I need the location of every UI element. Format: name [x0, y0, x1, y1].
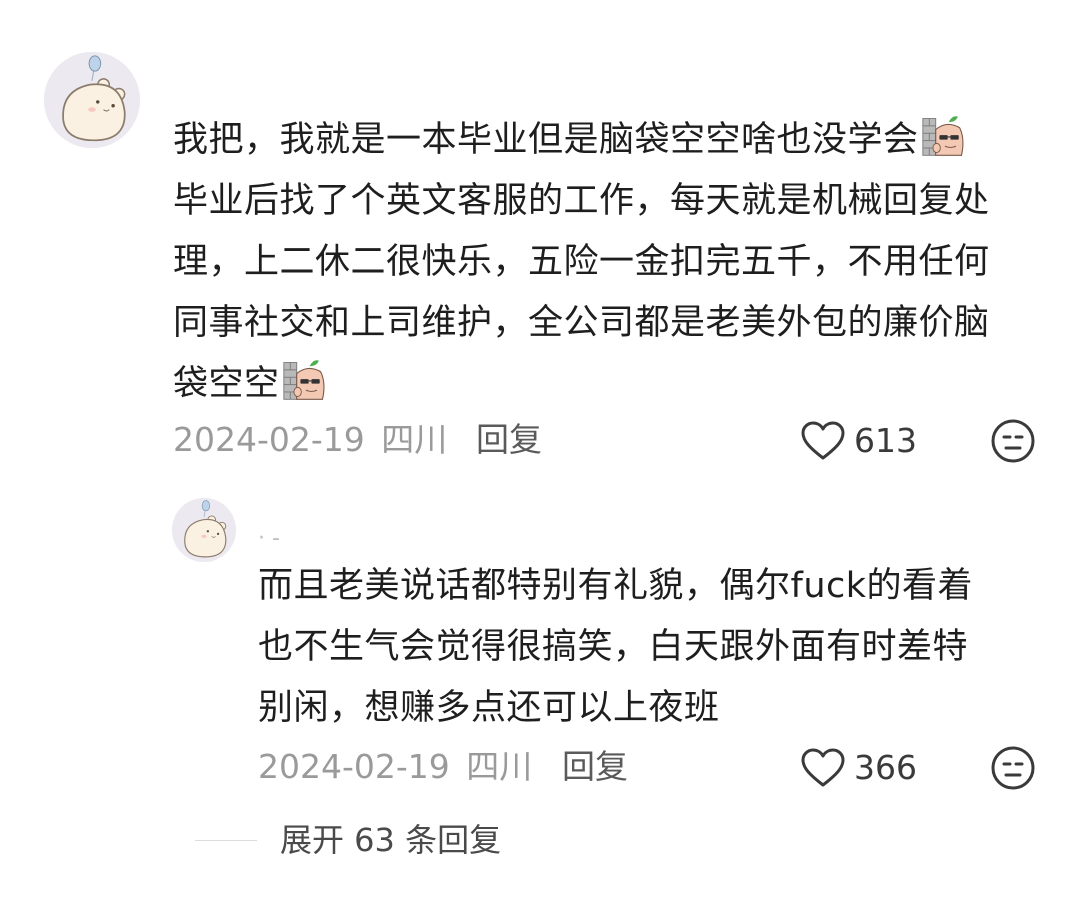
comment-line: 理，上二休二很快乐，五险一金扣完五千，不用任何 [173, 242, 990, 282]
meh-face-icon [990, 745, 1036, 791]
reply-date: 2024-02-19 [258, 747, 450, 786]
comment-text: 我把，我就是一本毕业但是脑袋空空啥也没学会 毕业后找了个英文客服的工作，每天就是… [173, 110, 990, 415]
hamster-avatar-icon [172, 498, 236, 562]
like-button[interactable]: 613 [800, 419, 917, 463]
commenter-avatar[interactable] [44, 52, 140, 148]
peeking-sunglasses-emoji-icon [282, 357, 328, 403]
reply-line: 而且老美说话都特别有礼貌，偶尔fuck的看着 [258, 566, 974, 606]
reply-like-count: 366 [854, 748, 917, 787]
meh-face-icon [990, 418, 1036, 464]
peeking-sunglasses-emoji-icon [921, 113, 967, 159]
reply-meta: 2024-02-19 四川 [258, 747, 532, 787]
reply-like-button[interactable]: 366 [800, 746, 917, 790]
comment-line: 毕业后找了个英文客服的工作，每天就是机械回复处 [173, 181, 990, 221]
reply-line: 也不生气会觉得很搞笑，白天跟外面有时差特 [258, 627, 969, 667]
comment-line: 袋空空 [173, 354, 990, 415]
comment-line: 同事社交和上司维护，全公司都是老美外包的廉价脑 [173, 303, 990, 343]
hamster-avatar-icon [44, 52, 140, 148]
reply-to-reply-button[interactable]: 回复 [562, 747, 628, 787]
dislike-button[interactable] [990, 418, 1036, 464]
comment-location: 四川 [381, 420, 448, 459]
comment-line: 我把，我就是一本毕业但是脑袋空空啥也没学会 [173, 110, 990, 171]
expand-replies-button[interactable]: 展开 63 条回复 [280, 820, 501, 860]
comment-main: 我把，我就是一本毕业但是脑袋空空啥也没学会 毕业后找了个英文客服的工作，每天就是… [0, 0, 1080, 470]
heart-icon [800, 420, 846, 462]
reply-button[interactable]: 回复 [476, 420, 542, 460]
heart-icon [800, 747, 846, 789]
expand-divider [195, 840, 257, 841]
replier-avatar[interactable] [172, 498, 236, 562]
reply-text: 而且老美说话都特别有礼貌，偶尔fuck的看着 也不生气会觉得很搞笑，白天跟外面有… [258, 556, 973, 739]
comment-meta: 2024-02-19 四川 [173, 420, 447, 460]
like-count: 613 [854, 421, 917, 460]
comment-date: 2024-02-19 [173, 420, 365, 459]
comment-reply: · - 而且老美说话都特别有礼貌，偶尔fuck的看着 也不生气会觉得很搞笑，白天… [0, 470, 1080, 810]
reply-dislike-button[interactable] [990, 745, 1036, 791]
reply-username[interactable]: · - [258, 528, 280, 550]
reply-location: 四川 [466, 747, 533, 786]
reply-line: 别闲，想赚多点还可以上夜班 [258, 688, 720, 728]
